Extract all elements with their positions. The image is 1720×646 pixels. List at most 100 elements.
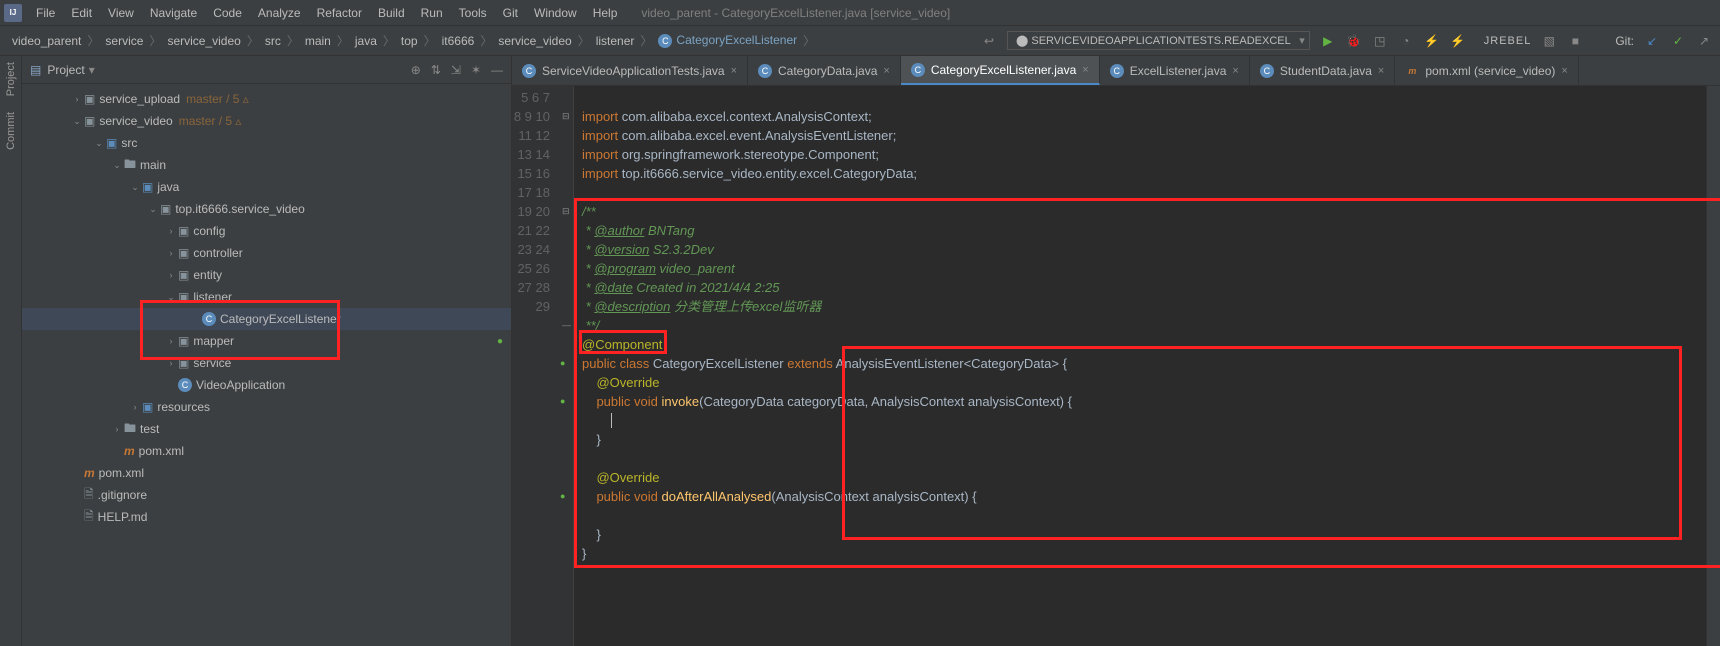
project-tree[interactable]: ›▣service_uploadmaster / 5 ▵⌄▣service_vi… — [22, 84, 511, 532]
tree-node-listener[interactable]: ⌄▣listener — [22, 286, 511, 308]
select-opened-icon[interactable]: ⊕ — [411, 63, 421, 77]
crumb-3[interactable]: src — [261, 34, 285, 48]
close-icon[interactable]: × — [883, 65, 889, 77]
git-update-icon[interactable]: ↙ — [1644, 33, 1660, 49]
crumb-8[interactable]: service_video — [494, 34, 575, 48]
tree-node--gitignore[interactable]: 🗎.gitignore — [22, 484, 511, 506]
close-icon[interactable]: × — [1378, 65, 1384, 77]
menu-navigate[interactable]: Navigate — [142, 3, 205, 23]
hide-icon[interactable]: — — [491, 63, 503, 77]
menu-git[interactable]: Git — [495, 3, 526, 23]
crumb-9[interactable]: listener — [592, 34, 639, 48]
editor[interactable]: 5 6 7 8 9 10 11 12 13 14 15 16 17 18 19 … — [512, 86, 1720, 646]
folder-icon: ▣ — [84, 92, 95, 106]
tab-categoryexcellistener-java[interactable]: CCategoryExcelListener.java× — [901, 56, 1100, 85]
tree-node-entity[interactable]: ›▣entity — [22, 264, 511, 286]
collapse-all-icon[interactable]: ⇲ — [451, 63, 461, 77]
tree-arrow-icon[interactable]: › — [70, 94, 84, 104]
project-tool-button[interactable]: Project — [5, 62, 17, 96]
tree-arrow-icon[interactable]: › — [164, 336, 178, 346]
tree-node-src[interactable]: ⌄▣src — [22, 132, 511, 154]
crumb-4[interactable]: main — [301, 34, 335, 48]
menu-build[interactable]: Build — [370, 3, 413, 23]
close-icon[interactable]: × — [1561, 65, 1567, 77]
run-config-selector[interactable]: ⬤ SERVICEVIDEOAPPLICATIONTESTS.READEXCEL — [1007, 31, 1310, 50]
close-icon[interactable]: × — [731, 65, 737, 77]
tree-arrow-icon[interactable]: ⌄ — [110, 160, 124, 171]
editor-scrollbar[interactable] — [1706, 86, 1720, 646]
profile-icon[interactable]: ◔ — [1398, 33, 1414, 49]
git-push-icon[interactable]: ↗ — [1696, 33, 1712, 49]
menu-edit[interactable]: Edit — [63, 3, 100, 23]
tree-arrow-icon[interactable]: ⌄ — [146, 204, 160, 215]
tree-arrow-icon[interactable]: › — [164, 226, 178, 236]
crumb-1[interactable]: service — [101, 34, 147, 48]
tree-arrow-icon[interactable]: › — [110, 424, 124, 434]
tree-node-config[interactable]: ›▣config — [22, 220, 511, 242]
tab-pom-xml-service-video-[interactable]: mpom.xml (service_video)× — [1395, 56, 1578, 85]
tree-node-categoryexcellistener[interactable]: CCategoryExcelListener — [22, 308, 511, 330]
crumb-5[interactable]: java — [351, 34, 381, 48]
tree-arrow-icon[interactable]: › — [164, 358, 178, 368]
stop-icon[interactable]: ■ — [1567, 33, 1583, 49]
project-title[interactable]: Project — [47, 63, 84, 77]
tab-studentdata-java[interactable]: CStudentData.java× — [1250, 56, 1396, 85]
tree-node-java[interactable]: ⌄▣java — [22, 176, 511, 198]
close-icon[interactable]: × — [1082, 64, 1088, 76]
tree-node-service-upload[interactable]: ›▣service_uploadmaster / 5 ▵ — [22, 88, 511, 110]
tree-arrow-icon[interactable]: ⌄ — [164, 292, 178, 303]
menu-view[interactable]: View — [100, 3, 142, 23]
tree-node-top-it6666-service-video[interactable]: ⌄▣top.it6666.service_video — [22, 198, 511, 220]
expand-all-icon[interactable]: ⇅ — [431, 63, 441, 77]
tree-arrow-icon[interactable]: ⌄ — [128, 182, 142, 193]
jrebel-run-icon[interactable]: ⚡ — [1424, 33, 1440, 49]
tab-excellistener-java[interactable]: CExcelListener.java× — [1100, 56, 1250, 85]
debug-icon[interactable]: 🐞 — [1346, 33, 1362, 49]
tree-node-main[interactable]: ⌄🖿main — [22, 154, 511, 176]
settings-icon[interactable]: ✶ — [471, 63, 481, 77]
menu-run[interactable]: Run — [413, 3, 451, 23]
tree-arrow-icon[interactable]: › — [164, 248, 178, 258]
tree-node-help-md[interactable]: 🗎HELP.md — [22, 506, 511, 528]
crumb-2[interactable]: service_video — [163, 34, 244, 48]
project-dropdown-icon[interactable]: ▾ — [89, 63, 95, 77]
tree-node-pom-xml[interactable]: mpom.xml — [22, 440, 511, 462]
folder-icon: ▣ — [160, 202, 171, 216]
tree-node-service[interactable]: ›▣service — [22, 352, 511, 374]
tree-node-videoapplication[interactable]: CVideoApplication — [22, 374, 511, 396]
run-icon[interactable]: ▶ — [1320, 33, 1336, 49]
tree-label: java — [157, 180, 179, 194]
menu-file[interactable]: File — [28, 3, 63, 23]
tree-node-controller[interactable]: ›▣controller — [22, 242, 511, 264]
coverage-icon[interactable]: ◳ — [1372, 33, 1388, 49]
jrebel-debug-icon[interactable]: ⚡ — [1450, 33, 1466, 49]
tab-servicevideoapplicationtests-java[interactable]: CServiceVideoApplicationTests.java× — [512, 56, 748, 85]
tree-arrow-icon[interactable]: › — [164, 270, 178, 280]
jrebel-tool-icon[interactable]: ▧ — [1541, 33, 1557, 49]
tree-node-resources[interactable]: ›▣resources — [22, 396, 511, 418]
tree-node-service-video[interactable]: ⌄▣service_videomaster / 5 ▵ — [22, 110, 511, 132]
tree-node-mapper[interactable]: ›▣mapper● — [22, 330, 511, 352]
tree-node-test[interactable]: ›🖿test — [22, 418, 511, 440]
menu-refactor[interactable]: Refactor — [309, 3, 370, 23]
code-content[interactable]: import com.alibaba.excel.context.Analysi… — [574, 86, 1706, 646]
menu-window[interactable]: Window — [526, 3, 585, 23]
crumb-7[interactable]: it6666 — [438, 34, 479, 48]
commit-tool-button[interactable]: Commit — [5, 112, 17, 150]
menu-analyze[interactable]: Analyze — [250, 3, 309, 23]
tree-arrow-icon[interactable]: › — [128, 402, 142, 412]
menu-help[interactable]: Help — [585, 3, 626, 23]
menu-code[interactable]: Code — [205, 3, 250, 23]
tree-arrow-icon[interactable]: ⌄ — [92, 138, 106, 149]
class-icon: C — [202, 312, 216, 326]
back-icon[interactable]: ↩ — [981, 33, 997, 49]
tree-node-pom-xml[interactable]: mpom.xml — [22, 462, 511, 484]
menu-tools[interactable]: Tools — [451, 3, 495, 23]
close-icon[interactable]: × — [1232, 65, 1238, 77]
crumb-10[interactable]: CCategoryExcelListener — [654, 33, 801, 48]
crumb-6[interactable]: top — [397, 34, 422, 48]
tree-arrow-icon[interactable]: ⌄ — [70, 116, 84, 127]
crumb-0[interactable]: video_parent — [8, 34, 85, 48]
git-commit-icon[interactable]: ✓ — [1670, 33, 1686, 49]
tab-categorydata-java[interactable]: CCategoryData.java× — [748, 56, 901, 85]
